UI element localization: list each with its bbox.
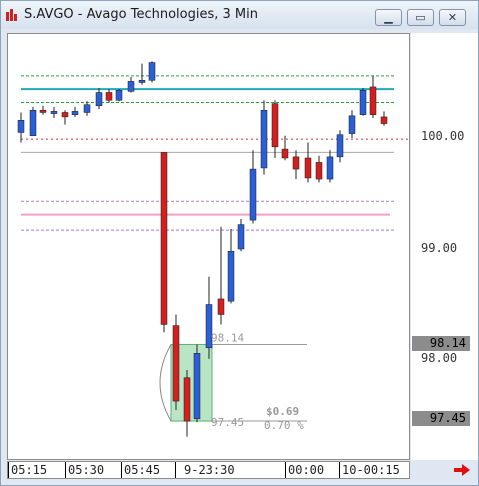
price-tag-low: 97.45 — [412, 411, 470, 426]
measure-bracket-curve — [159, 344, 172, 422]
candle-body — [83, 104, 91, 113]
time-separator — [285, 462, 286, 478]
close-icon: ✕ — [447, 11, 458, 24]
candle-body — [105, 92, 113, 101]
candle-body — [115, 90, 123, 101]
candle-body — [61, 112, 69, 118]
candle-body — [292, 156, 300, 170]
candle-body — [71, 111, 79, 115]
candle-body — [336, 134, 344, 158]
scroll-right-arrow-icon[interactable] — [453, 463, 471, 477]
minimize-button[interactable]: ▁ — [375, 9, 402, 26]
price-tag-high: 98.14 — [412, 336, 470, 351]
time-label: 05:45 — [124, 463, 161, 477]
time-separator — [65, 462, 66, 478]
candle-body — [271, 103, 279, 148]
time-label: 9-23:30 — [184, 463, 235, 477]
price-label-99: 99.00 — [421, 241, 458, 255]
candle-body — [172, 325, 180, 402]
candle-body — [29, 110, 37, 137]
candle-body — [260, 110, 268, 169]
candle-body — [380, 116, 388, 124]
time-label: 10-00:15 — [342, 463, 400, 477]
close-button[interactable]: ✕ — [439, 9, 466, 26]
candle-body — [227, 250, 235, 302]
candlestick-chart[interactable]: 98.14 97.45 $0.690.70 % — [7, 33, 410, 460]
price-label-98: 98.00 — [421, 351, 458, 365]
candle-body — [304, 157, 312, 179]
candle-body — [127, 81, 135, 92]
restore-icon: ▭ — [415, 11, 426, 24]
candle-body — [217, 298, 225, 315]
candle-body — [315, 162, 323, 180]
measure-bottom-label: 97.45 — [211, 416, 244, 429]
candle-body — [193, 353, 201, 420]
candle-body — [359, 90, 367, 115]
title-bar[interactable]: S.AVGO - Avago Technologies, 3 Min ▁ ▭ ✕ — [1, 1, 478, 29]
time-label: 05:30 — [68, 463, 105, 477]
time-axis[interactable]: 05:15 05:30 05:45 9-23:30 00:00 10-00:15 — [7, 461, 410, 479]
candle-body — [17, 119, 25, 133]
candle-body — [160, 152, 168, 325]
time-separator — [339, 462, 340, 478]
candle-body — [281, 148, 289, 159]
candle-body — [95, 92, 103, 107]
candle-body — [237, 224, 245, 250]
candle-body — [50, 111, 58, 114]
time-separator — [121, 462, 122, 478]
measure-top-label: 98.14 — [211, 331, 244, 344]
candle-body — [369, 86, 377, 115]
time-separator — [175, 462, 176, 478]
candle-body — [326, 156, 334, 180]
candle-body — [39, 110, 47, 113]
time-label: 00:00 — [288, 463, 325, 477]
candle-body — [249, 168, 257, 221]
time-separator — [8, 462, 9, 478]
restore-button[interactable]: ▭ — [407, 9, 434, 26]
minimize-icon: ▁ — [384, 11, 393, 24]
price-label-100: 100.00 — [421, 129, 465, 143]
measure-change-percent: 0.70 % — [264, 419, 304, 432]
candle-body — [348, 115, 356, 134]
window-title: S.AVGO - Avago Technologies, 3 Min — [24, 7, 258, 22]
measure-change-amount: $0.69 — [266, 405, 299, 418]
time-label: 05:15 — [11, 463, 48, 477]
candle-body — [183, 377, 191, 422]
chart-window: S.AVGO - Avago Technologies, 3 Min ▁ ▭ ✕… — [0, 0, 479, 486]
chart-app-icon — [6, 9, 17, 21]
candle-body — [148, 62, 156, 81]
candle-body — [138, 80, 146, 83]
